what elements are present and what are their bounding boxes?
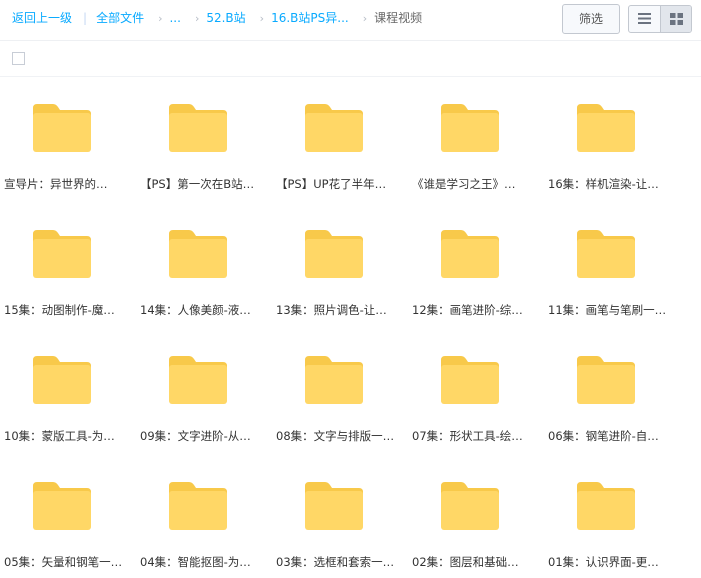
breadcrumb: 返回上一级 | 全部文件 ›... › 52.B站 › 16.B站PS异... › 课程视频	[12, 11, 422, 26]
folder-name: 10集：蒙版工具-为…	[4, 429, 115, 443]
folder-name: 07集：形状工具-绘…	[412, 429, 523, 443]
breadcrumb-current: 课程视频	[374, 11, 423, 25]
folder-name: 《谁是学习之王》…	[412, 177, 516, 191]
folder-name: 16集：样机渲染-让…	[548, 177, 659, 191]
breadcrumb-ellipsis[interactable]: ...	[169, 11, 180, 25]
folder-name: 06集：钢笔进阶-自…	[548, 429, 659, 443]
folder-icon	[305, 482, 363, 530]
folder-item[interactable]: 10集：蒙版工具-为…	[0, 329, 132, 447]
folder-name: 08集：文字与排版一…	[276, 429, 395, 443]
chevron-right-icon: ›	[194, 12, 200, 25]
breadcrumb-level-1[interactable]: 52.B站	[206, 11, 245, 25]
folder-item[interactable]: 12集：画笔进阶-综…	[408, 203, 540, 321]
folder-item[interactable]: 01集：认识界面-更…	[544, 455, 676, 573]
folder-icon	[577, 230, 635, 278]
folder-icon	[169, 104, 227, 152]
folder-name: 11集：画笔与笔刷一…	[548, 303, 667, 317]
folder-item[interactable]: 《谁是学习之王》…	[408, 77, 540, 195]
folder-icon	[169, 482, 227, 530]
folder-icon	[305, 230, 363, 278]
chevron-right-icon: ›	[259, 12, 265, 25]
back-link[interactable]: 返回上一级	[12, 11, 72, 25]
folder-name: 14集：人像美颜-液…	[140, 303, 251, 317]
grid-icon	[670, 13, 683, 25]
folder-name: 宣导片：异世界的…	[4, 177, 108, 191]
folder-item[interactable]: 06集：钢笔进阶-自…	[544, 329, 676, 447]
folder-item[interactable]: 14集：人像美颜-液…	[136, 203, 268, 321]
folder-icon	[577, 356, 635, 404]
folder-item[interactable]: 【PS】UP花了半年…	[272, 77, 404, 195]
folder-name: 15集：动图制作-魔…	[4, 303, 115, 317]
breadcrumb-level-2[interactable]: 16.B站PS异...	[271, 11, 349, 25]
folder-name: 【PS】UP花了半年…	[276, 177, 387, 191]
folder-icon	[305, 104, 363, 152]
chevron-right-icon: ›	[362, 12, 368, 25]
select-all-checkbox[interactable]	[12, 52, 25, 65]
folder-item[interactable]: 08集：文字与排版一…	[272, 329, 404, 447]
folder-icon	[305, 356, 363, 404]
top-toolbar: 返回上一级 | 全部文件 ›... › 52.B站 › 16.B站PS异... › 课程视频 筛选	[0, 0, 701, 41]
view-toggle	[628, 5, 692, 33]
all-files-link[interactable]: 全部文件	[96, 11, 144, 25]
select-all-row	[0, 41, 701, 77]
folder-item[interactable]: 15集：动图制作-魔…	[0, 203, 132, 321]
folder-icon	[441, 356, 499, 404]
folder-name: 02集：图层和基础…	[412, 555, 519, 569]
grid-view-button[interactable]	[660, 6, 691, 32]
list-view-button[interactable]	[629, 6, 660, 32]
folder-name: 04集：智能抠图-为…	[140, 555, 251, 569]
folder-item[interactable]: 11集：画笔与笔刷一…	[544, 203, 676, 321]
folder-item[interactable]: 13集：照片调色-让…	[272, 203, 404, 321]
folder-item[interactable]: 宣导片：异世界的…	[0, 77, 132, 195]
folder-name: 01集：认识界面-更…	[548, 555, 659, 569]
folder-item[interactable]: 02集：图层和基础…	[408, 455, 540, 573]
folder-icon	[169, 230, 227, 278]
chevron-right-icon: ›	[158, 12, 163, 25]
folder-name: 09集：文字进阶-从…	[140, 429, 251, 443]
folder-icon	[33, 482, 91, 530]
folder-name: 【PS】第一次在B站…	[140, 177, 255, 191]
folder-name: 13集：照片调色-让…	[276, 303, 387, 317]
folder-icon	[577, 482, 635, 530]
folder-icon	[33, 356, 91, 404]
folder-icon	[441, 230, 499, 278]
folder-icon	[577, 104, 635, 152]
folder-icon	[33, 230, 91, 278]
folder-item[interactable]: 05集：矢量和钢笔一…	[0, 455, 132, 573]
folder-item[interactable]: 【PS】第一次在B站…	[136, 77, 268, 195]
folder-name: 03集：选框和套索一…	[276, 555, 395, 569]
folder-item[interactable]: 04集：智能抠图-为…	[136, 455, 268, 573]
list-icon	[638, 13, 651, 24]
filter-button[interactable]: 筛选	[562, 4, 620, 34]
folder-name: 12集：画笔进阶-综…	[412, 303, 523, 317]
folder-icon	[33, 104, 91, 152]
folder-item[interactable]: 16集：样机渲染-让…	[544, 77, 676, 195]
folder-item[interactable]: 07集：形状工具-绘…	[408, 329, 540, 447]
folder-grid: 宣导片：异世界的… 【PS】第一次在B站… 【PS】UP花了半年… 《谁是学习之王》……	[0, 77, 701, 578]
folder-name: 05集：矢量和钢笔一…	[4, 555, 123, 569]
folder-icon	[441, 104, 499, 152]
folder-item[interactable]: 09集：文字进阶-从…	[136, 329, 268, 447]
folder-icon	[441, 482, 499, 530]
folder-icon	[169, 356, 227, 404]
folder-item[interactable]: 03集：选框和套索一…	[272, 455, 404, 573]
breadcrumb-separator: |	[83, 11, 88, 25]
